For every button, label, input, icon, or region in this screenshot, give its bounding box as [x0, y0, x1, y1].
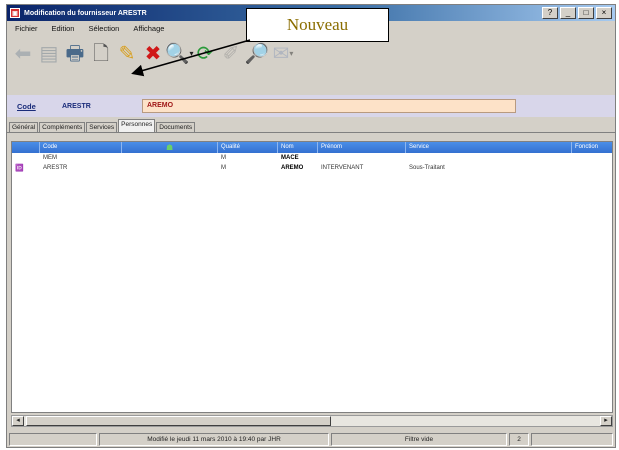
callout-arrow — [131, 39, 251, 77]
callout-arrow-line — [131, 39, 251, 77]
